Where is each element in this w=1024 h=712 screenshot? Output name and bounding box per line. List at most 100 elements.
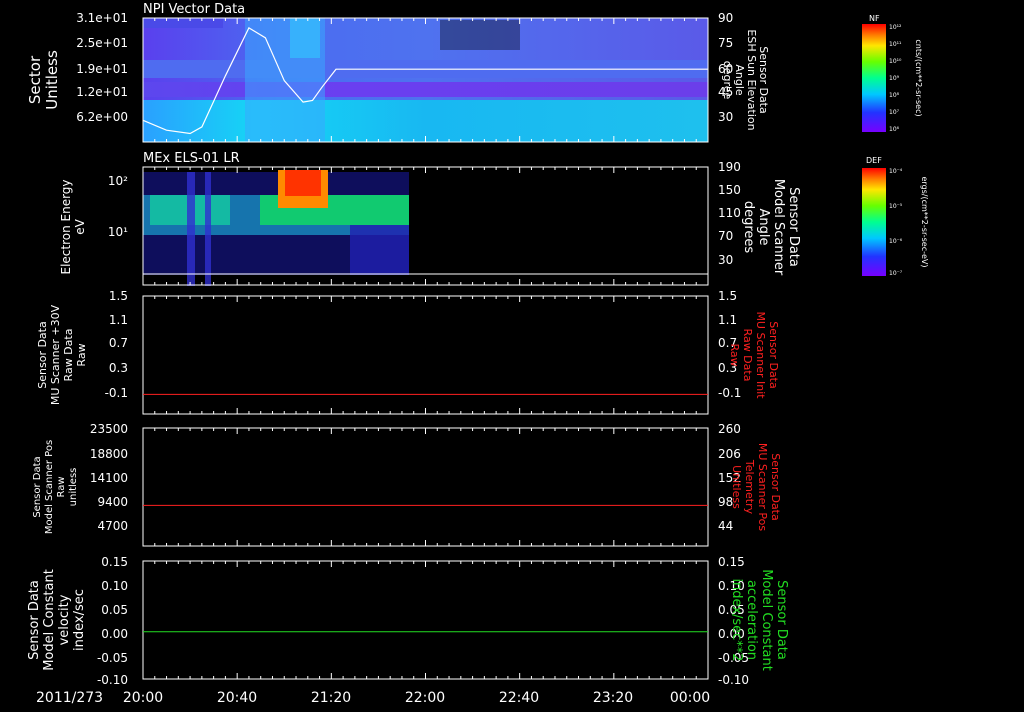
right-tick: 260	[718, 422, 741, 436]
els-right-label-line: Model Scanner	[771, 179, 786, 276]
ytick-label: 0.7	[109, 336, 128, 350]
npi-y-label-line: Sector	[26, 55, 44, 104]
npi-ytick-label: 1.2e+01	[76, 85, 128, 99]
npi-colorbar-tick: 10⁶	[889, 126, 900, 133]
ytick-label: 9400	[97, 495, 128, 509]
npi-colorbar-tick: 10¹¹	[889, 41, 902, 48]
els-right-tick: 190	[718, 160, 741, 174]
npi-ytick-label: 3.1e+01	[76, 11, 128, 25]
npi-colorbar-tick: 10¹²	[889, 24, 902, 31]
stacked-time-series-chart: NPI Vector Data 3.1e+01 2.5e+01 1.9e+01 …	[26, 2, 929, 706]
npi-ytick-label: 2.5e+01	[76, 36, 128, 50]
els-column	[205, 172, 211, 286]
els-ytick-label: 10¹	[108, 225, 128, 239]
npi-colorbar-tick: 10¹⁰	[889, 58, 902, 65]
time-tick-label: 22:40	[499, 690, 539, 706]
npi-gap-area	[440, 20, 520, 50]
npi-y-axis: 3.1e+01 2.5e+01 1.9e+01 1.2e+01 6.2e+00	[76, 11, 128, 124]
right-label-line: Unitless	[730, 465, 743, 509]
els-low-region	[350, 225, 409, 275]
npi-right-label-line: degree	[721, 61, 734, 100]
npi-colorbar-label: NF	[869, 14, 880, 23]
els-colorbar-tick: 10⁻⁶	[889, 238, 903, 245]
y-label-line: Sensor Data	[36, 321, 49, 388]
scanner-position-y-axis: 23500 18800 14100 9400 4700	[90, 422, 128, 533]
npi-y-label: Sector Unitless	[26, 50, 61, 110]
panel-title-els: MEx ELS-01 LR	[143, 151, 240, 166]
y-label-line: velocity	[57, 594, 72, 645]
right-label-line: Raw	[728, 343, 741, 366]
els-right-tick: 110	[718, 206, 741, 220]
scanner-voltage-frame	[142, 295, 709, 415]
time-tick-label: 22:00	[405, 690, 445, 706]
scanner-voltage-y-label: Sensor Data MU Scanner +30V Raw Data Raw	[36, 304, 88, 405]
plot-window: NPI Vector Data 3.1e+01 2.5e+01 1.9e+01 …	[0, 0, 1024, 708]
npi-ytick-label: 1.9e+01	[76, 62, 128, 76]
ytick-label: 0.00	[101, 627, 128, 641]
right-label-line: acceleration	[744, 580, 759, 660]
right-label-line: MU Scanner Pos	[756, 443, 769, 532]
y-label-line: index/sec	[72, 589, 87, 651]
model-velocity-y-axis: 0.15 0.10 0.05 0.00 -0.05 -0.10	[97, 555, 128, 687]
els-right-axis: 190 150 110 70 30	[718, 160, 741, 267]
model-velocity-frame	[142, 560, 709, 680]
ytick-label: 1.1	[109, 313, 128, 327]
els-colorbar-tick: 10⁻⁴	[889, 168, 903, 175]
y-label-line: MU Scanner +30V	[49, 304, 62, 405]
time-tick-label: 00:00	[670, 690, 710, 706]
model-acceleration-right-label: Sensor Data Model Constant acceleration …	[729, 569, 789, 671]
time-axis: 2011/273 20:00 20:40 21:20 22:00 22:40 2…	[36, 690, 710, 706]
npi-right-tick: 90	[718, 11, 733, 25]
right-label-line: MU Scanner Init	[754, 311, 767, 399]
ytick-label: 0.10	[101, 579, 128, 593]
right-label-line: Model Constant	[759, 569, 774, 671]
npi-band-low	[143, 100, 708, 142]
y-label-line: Sensor Data	[27, 580, 42, 660]
right-label-line: index/sec**2	[729, 578, 744, 661]
time-tick-label: 20:40	[217, 690, 257, 706]
y-label-line: Sensor Data	[32, 456, 43, 517]
scanner-position-panel: 23500 18800 14100 9400 4700 260 206 152 …	[32, 422, 782, 547]
ytick-label: -0.05	[97, 651, 128, 665]
time-tick-label: 21:20	[311, 690, 351, 706]
y-label-line: Raw Data	[62, 329, 75, 382]
y-label-line: Raw	[56, 476, 67, 497]
els-heatmap	[143, 170, 409, 286]
scanner-voltage-panel: 1.5 1.1 0.7 0.3 -0.1 1.5 1.1 0.7 0.3 -0.…	[36, 289, 780, 415]
npi-colorbar-tick: 10⁷	[889, 109, 900, 116]
ytick-label: 0.05	[101, 603, 128, 617]
right-tick: -0.1	[718, 386, 741, 400]
npi-panel: NPI Vector Data 3.1e+01 2.5e+01 1.9e+01 …	[26, 2, 923, 143]
npi-colorbar-unit: cnts/(cm**2-sr-sec)	[914, 39, 923, 116]
ytick-label: 4700	[97, 519, 128, 533]
npi-heatmap	[143, 18, 708, 142]
els-right-label-line: Angle	[756, 209, 771, 246]
right-label-line: Telemetry	[743, 459, 756, 515]
els-y-label: Electron Energy eV	[59, 179, 87, 274]
ytick-label: 0.15	[101, 555, 128, 569]
npi-y-label-line: Unitless	[43, 50, 61, 110]
npi-band-mid	[143, 82, 708, 97]
ytick-label: -0.10	[97, 673, 128, 687]
els-right-label-line: degrees	[741, 201, 756, 254]
y-label-line: unitless	[68, 468, 79, 507]
els-right-label-line: Sensor Data	[786, 187, 801, 267]
npi-right-tick: 75	[718, 36, 733, 50]
els-ytick-label: 10²	[108, 174, 128, 188]
els-column	[187, 172, 195, 286]
panel-title-npi: NPI Vector Data	[143, 2, 245, 17]
npi-colorbar-gradient	[862, 24, 886, 132]
ytick-label: 0.3	[109, 361, 128, 375]
time-tick-label: 20:00	[123, 690, 163, 706]
els-y-label-line: Electron Energy	[59, 179, 73, 274]
right-tick: 1.5	[718, 289, 737, 303]
els-right-label: Sensor Data Model Scanner Angle degrees	[741, 179, 801, 276]
npi-ytick-label: 6.2e+00	[76, 110, 128, 124]
ytick-label: 18800	[90, 447, 128, 461]
npi-colorbar: NF 10¹² 10¹¹ 10¹⁰ 10⁹ 10⁸ 10⁷ 10⁶ cnts/(…	[862, 14, 923, 133]
y-label-line: Model Constant	[42, 569, 57, 671]
right-tick: 206	[718, 447, 741, 461]
els-colorbar-gradient	[862, 168, 886, 276]
els-y-axis: 10² 10¹	[108, 174, 128, 239]
y-label-line: Raw	[75, 343, 88, 366]
